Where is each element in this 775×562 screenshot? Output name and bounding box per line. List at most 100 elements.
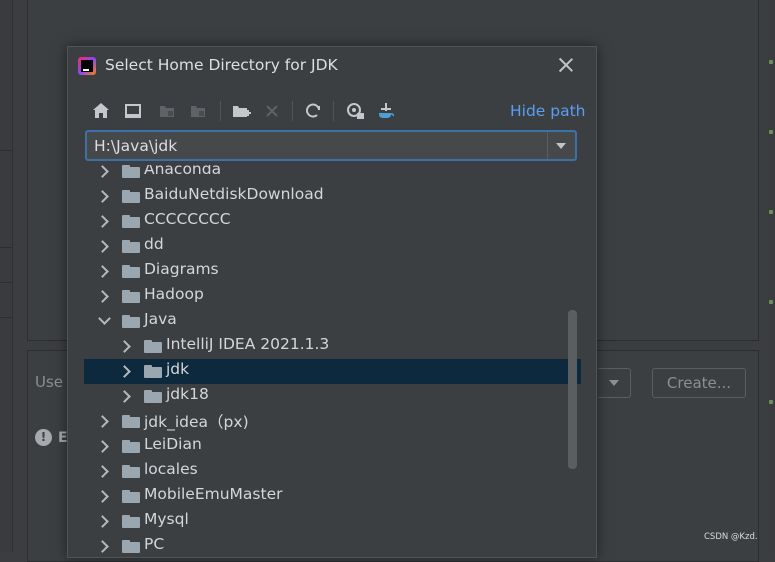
- chevron-right-icon[interactable]: [96, 265, 109, 278]
- chevron-right-icon[interactable]: [96, 290, 109, 303]
- folder-icon: [122, 215, 140, 228]
- folder-icon: [144, 340, 162, 353]
- home-icon[interactable]: [89, 99, 113, 123]
- status-dot-icon: [769, 300, 773, 304]
- folder-icon: [122, 190, 140, 203]
- tree-row-label: dd: [144, 235, 164, 253]
- jdk-download-icon[interactable]: [374, 99, 398, 123]
- tree-row[interactable]: dd: [84, 234, 581, 259]
- tree-row-label: LeiDian: [144, 435, 202, 453]
- chevron-right-icon[interactable]: [118, 390, 131, 403]
- background-divider: [0, 247, 12, 248]
- path-input[interactable]: [87, 132, 549, 159]
- tree-scrollbar[interactable]: [568, 310, 577, 469]
- chevron-right-icon[interactable]: [96, 540, 109, 553]
- tree-row[interactable]: Java: [84, 309, 581, 334]
- tree-row-label: Diagrams: [144, 260, 219, 278]
- tree-row[interactable]: IntelliJ IDEA 2021.1.3: [84, 334, 581, 359]
- chevron-right-icon[interactable]: [96, 240, 109, 253]
- tree-row-label: Java: [144, 310, 177, 328]
- chevron-right-icon[interactable]: [96, 190, 109, 203]
- directory-tree[interactable]: Anaconda BaiduNetdiskDownload CCCCCCCC dd Di…: [84, 165, 581, 557]
- warning-icon: !: [35, 429, 52, 446]
- folder-icon: [122, 415, 140, 428]
- dialog-title: Select Home Directory for JDK: [105, 56, 338, 74]
- tree-row[interactable]: jdk_idea（px): [84, 409, 581, 434]
- toolbar-separator: [220, 101, 221, 121]
- module-icon[interactable]: [186, 99, 210, 123]
- chevron-right-icon[interactable]: [96, 490, 109, 503]
- path-combobox[interactable]: [85, 130, 577, 161]
- chevron-right-icon[interactable]: [118, 365, 131, 378]
- tree-row[interactable]: PC: [84, 534, 581, 557]
- tree-row[interactable]: Mysql: [84, 509, 581, 534]
- folder-icon: [144, 390, 162, 403]
- folder-icon: [122, 290, 140, 303]
- folder-icon: [122, 490, 140, 503]
- chevron-right-icon[interactable]: [96, 515, 109, 528]
- background-divider: [0, 317, 12, 318]
- folder-icon: [122, 265, 140, 278]
- tree-row-label: Hadoop: [144, 285, 204, 303]
- chevron-right-icon[interactable]: [118, 340, 131, 353]
- folder-icon: [122, 315, 140, 328]
- toolbar-separator: [333, 101, 334, 121]
- intellij-logo-icon: [78, 57, 96, 75]
- tree-row-label: jdk18: [166, 385, 209, 403]
- folder-icon: [144, 365, 162, 378]
- delete-icon[interactable]: [260, 99, 284, 123]
- tree-row-label: BaiduNetdiskDownload: [144, 185, 324, 203]
- show-hidden-icon[interactable]: [343, 99, 367, 123]
- chevron-right-icon[interactable]: [96, 215, 109, 228]
- status-dot-icon: [769, 210, 773, 214]
- background-combo-arrow[interactable]: [598, 368, 631, 398]
- background-divider: [0, 282, 12, 283]
- folder-icon: [122, 515, 140, 528]
- chevron-right-icon[interactable]: [96, 440, 109, 453]
- tree-row[interactable]: locales: [84, 459, 581, 484]
- watermark: CSDN @Kzd.: [704, 532, 758, 542]
- folder-icon: [122, 240, 140, 253]
- status-dot-icon: [769, 60, 773, 64]
- background-use-label: Use: [35, 373, 64, 391]
- tree-row[interactable]: BaiduNetdiskDownload: [84, 184, 581, 209]
- tree-row[interactable]: jdk18: [84, 384, 581, 409]
- project-icon[interactable]: [155, 99, 179, 123]
- tree-row-label: IntelliJ IDEA 2021.1.3: [166, 335, 330, 353]
- folder-icon: [122, 540, 140, 553]
- chevron-down-icon[interactable]: [547, 132, 575, 159]
- create-button[interactable]: Create...: [652, 368, 746, 398]
- close-icon[interactable]: [556, 55, 576, 75]
- tree-row-label: locales: [144, 460, 198, 478]
- tree-row[interactable]: jdk: [84, 359, 581, 384]
- hide-path-link[interactable]: Hide path: [510, 102, 586, 120]
- tree-row-label: jdk_idea（px): [144, 413, 249, 431]
- new-folder-icon[interactable]: [229, 99, 253, 123]
- refresh-icon[interactable]: [301, 99, 325, 123]
- tree-row-label: MobileEmuMaster: [144, 485, 283, 503]
- tree-row[interactable]: Hadoop: [84, 284, 581, 309]
- background-left-strip: [0, 0, 13, 552]
- tree-row[interactable]: LeiDian: [84, 434, 581, 459]
- tree-row[interactable]: CCCCCCCC: [84, 209, 581, 234]
- chevron-right-icon[interactable]: [96, 465, 109, 478]
- toolbar-separator: [292, 101, 293, 121]
- folder-icon: [122, 440, 140, 453]
- chevron-down-icon[interactable]: [98, 312, 111, 325]
- background-divider: [0, 150, 12, 151]
- tree-row[interactable]: Diagrams: [84, 259, 581, 284]
- status-dot-icon: [769, 400, 773, 404]
- tree-row[interactable]: MobileEmuMaster: [84, 484, 581, 509]
- tree-row-label: jdk: [166, 360, 190, 378]
- tree-row-label: PC: [144, 535, 165, 553]
- chevron-right-icon[interactable]: [96, 415, 109, 428]
- file-chooser-toolbar: Hide path: [68, 97, 596, 125]
- folder-icon: [122, 465, 140, 478]
- chevron-right-icon[interactable]: [96, 165, 109, 178]
- desktop-icon[interactable]: [121, 99, 145, 123]
- background-right-edge: [767, 0, 775, 552]
- select-jdk-dialog: Select Home Directory for JDK Hide path …: [67, 46, 597, 558]
- tree-row[interactable]: Anaconda: [84, 165, 581, 184]
- status-dot-icon: [769, 130, 773, 134]
- tree-row-label: Mysql: [144, 510, 189, 528]
